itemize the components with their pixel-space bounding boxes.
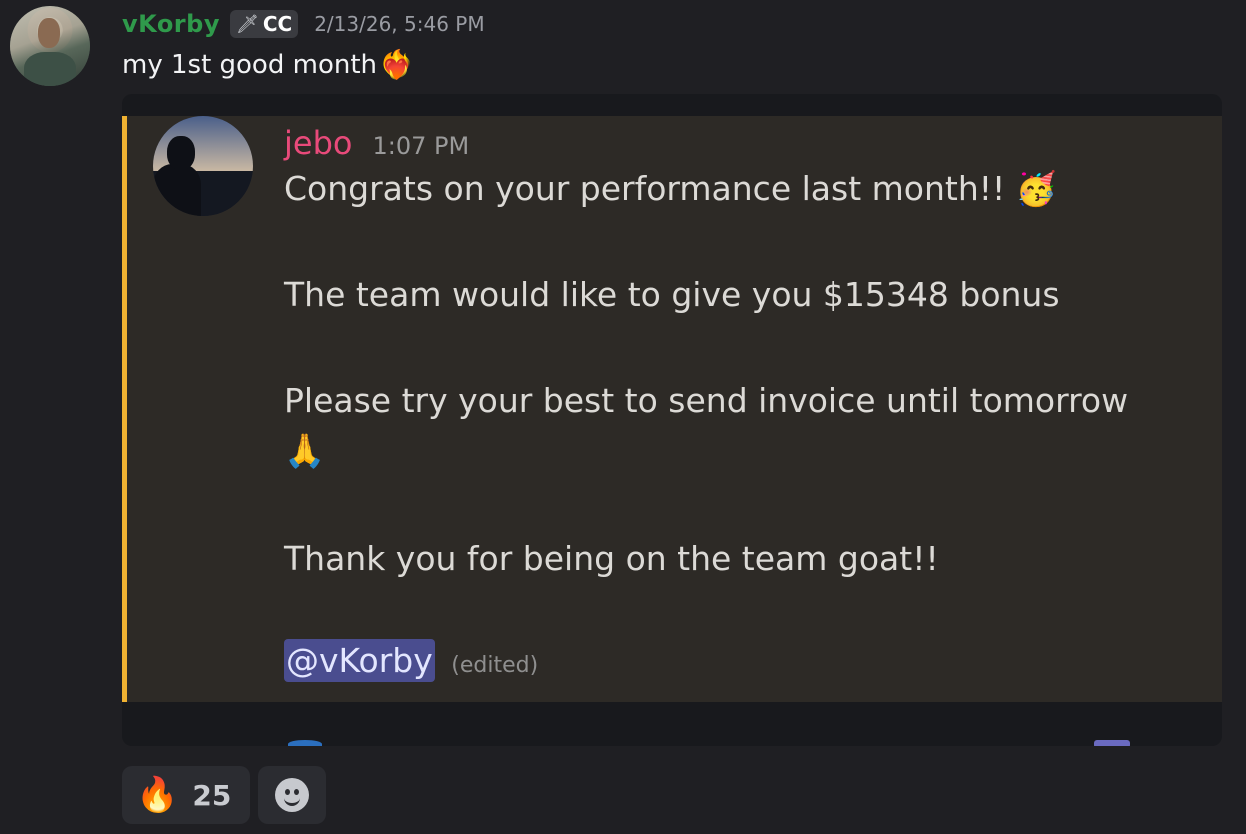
- add-reaction-button[interactable]: [258, 766, 326, 824]
- author-username[interactable]: vKorby: [122, 10, 220, 38]
- reaction-fire[interactable]: 🔥 25: [122, 766, 250, 824]
- embed-author-username[interactable]: jebo: [284, 124, 352, 162]
- smiley-icon: [275, 778, 309, 812]
- author-avatar[interactable]: [10, 6, 90, 86]
- embed-line: The team would like to give you $15348 b…: [284, 275, 1060, 314]
- message-timestamp[interactable]: 2/13/26, 5:46 PM: [314, 12, 484, 36]
- embed-header: jebo 1:07 PM: [284, 124, 469, 162]
- embed-author-avatar[interactable]: [153, 116, 253, 216]
- embed-line: Thank you for being on the team goat!!: [284, 539, 939, 578]
- reaction-count: 25: [192, 778, 232, 812]
- sword-icon: 🗡: [235, 13, 259, 35]
- embed-footer-avatar: [288, 740, 322, 746]
- message-text: my 1st good month: [122, 49, 377, 80]
- server-tag-text: CC: [262, 12, 293, 36]
- embed-footer-emoji: [1094, 740, 1130, 746]
- embed-card: jebo 1:07 PM Congrats on your performanc…: [122, 116, 1222, 702]
- embed-line: Congrats on your performance last month!…: [284, 169, 1057, 208]
- edited-label: (edited): [451, 653, 539, 678]
- fire-emoji: 🔥: [136, 775, 179, 815]
- embed-timestamp: 1:07 PM: [372, 132, 470, 160]
- heart-on-fire-emoji: ❤️‍🔥: [379, 48, 414, 81]
- embed-line-emoji: 🙏: [284, 431, 326, 470]
- server-tag[interactable]: 🗡 CC: [229, 10, 299, 38]
- embed-line: Please try your best to send invoice unt…: [284, 381, 1129, 420]
- message-header: vKorby 🗡 CC 2/13/26, 5:46 PM: [122, 6, 485, 42]
- message-embed: jebo 1:07 PM Congrats on your performanc…: [122, 94, 1222, 746]
- message-content: my 1st good month ❤️‍🔥: [122, 48, 414, 81]
- user-mention[interactable]: @vKorby: [284, 639, 435, 682]
